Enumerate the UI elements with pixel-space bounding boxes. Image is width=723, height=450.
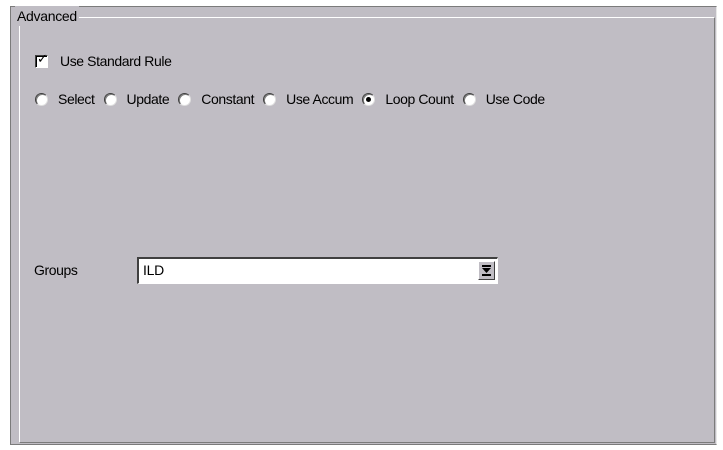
radio-button-select[interactable] (35, 92, 48, 106)
radio-label-constant: Constant (201, 91, 255, 107)
radio-button-use-accum[interactable] (263, 92, 277, 106)
radio-button-constant[interactable] (178, 92, 192, 106)
advanced-group-legend: Advanced (15, 6, 79, 26)
radio-label-use-accum: Use Accum (286, 91, 354, 107)
radio-use-code[interactable]: Use Code (462, 91, 545, 107)
radio-update[interactable]: Update (103, 91, 170, 107)
radio-label-select: Select (58, 91, 95, 107)
radio-label-use-code: Use Code (485, 91, 545, 107)
use-standard-rule-label: Use Standard Rule (60, 53, 172, 69)
rule-type-radio-group: Select Update Constant Use Accum Loop Co… (35, 90, 554, 108)
radio-select[interactable]: Select (35, 91, 95, 107)
radio-button-use-code[interactable] (462, 92, 476, 106)
arrow-down-bar-icon (482, 264, 491, 276)
checkmark-icon: ✓ (37, 51, 48, 67)
radio-selected-dot-icon (366, 96, 372, 102)
radio-use-accum[interactable]: Use Accum (263, 91, 354, 107)
use-standard-rule-row[interactable]: ✓ Use Standard Rule (35, 52, 172, 70)
radio-constant[interactable]: Constant (178, 91, 255, 107)
advanced-group-frame (19, 17, 715, 443)
groups-dropdown[interactable]: ILD (137, 257, 498, 284)
radio-loop-count[interactable]: Loop Count (362, 91, 454, 107)
radio-label-loop-count: Loop Count (385, 91, 454, 107)
radio-button-update[interactable] (103, 92, 117, 106)
use-standard-rule-checkbox[interactable]: ✓ (35, 51, 48, 68)
groups-dropdown-value: ILD (143, 262, 164, 278)
groups-label: Groups (34, 262, 78, 278)
radio-label-update: Update (126, 91, 170, 107)
groups-dropdown-button[interactable] (478, 261, 495, 280)
radio-button-loop-count[interactable] (362, 92, 376, 106)
